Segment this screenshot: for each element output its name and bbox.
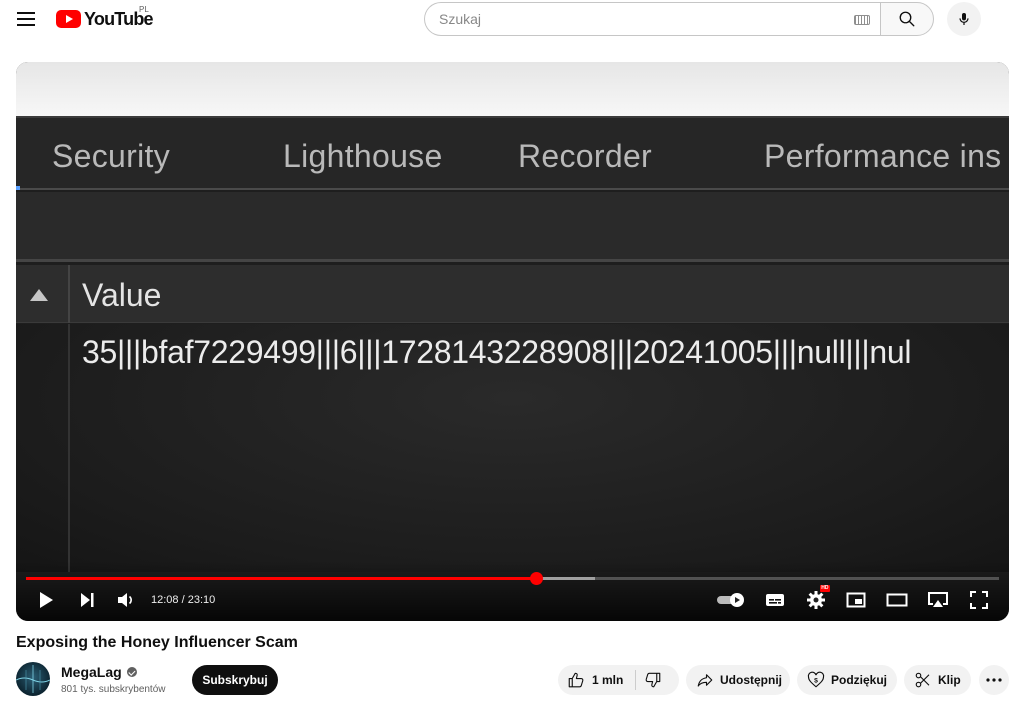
volume-button[interactable] xyxy=(115,588,137,612)
share-icon xyxy=(697,674,713,687)
country-code: PL xyxy=(139,5,149,14)
settings-button[interactable]: HD xyxy=(804,585,830,612)
search-icon xyxy=(899,11,915,27)
search-button[interactable] xyxy=(880,2,934,36)
video-frame-table-header: Value xyxy=(16,265,1009,323)
thumbs-down-icon xyxy=(645,672,661,688)
search-input[interactable] xyxy=(425,3,880,35)
duration: 23:10 xyxy=(187,594,216,606)
play-icon xyxy=(40,592,53,608)
subscribe-button[interactable]: Subskrybuj xyxy=(192,665,278,695)
heart-dollar-icon: $ xyxy=(807,671,825,688)
like-dislike-divider xyxy=(635,670,637,690)
channel-avatar[interactable] xyxy=(16,662,50,696)
next-button[interactable] xyxy=(76,588,98,612)
hd-badge: HD xyxy=(819,585,830,592)
more-actions-button[interactable] xyxy=(979,665,1009,695)
scissors-icon xyxy=(915,672,930,688)
svg-text:$: $ xyxy=(814,677,818,684)
frame-tab-indicator xyxy=(16,186,20,190)
time-display: 12:08 / 23:10 xyxy=(151,594,215,606)
search-box xyxy=(424,2,934,36)
subtitles-icon xyxy=(766,594,784,606)
fullscreen-icon xyxy=(970,591,988,609)
progress-bar[interactable] xyxy=(26,572,999,585)
theater-icon xyxy=(886,593,908,607)
thumbs-up-icon xyxy=(568,672,584,688)
search-field xyxy=(424,2,880,36)
video-frame-toolbar xyxy=(16,192,1009,262)
video-frame-browser-bar xyxy=(16,62,1009,116)
cast-icon xyxy=(928,592,948,607)
subtitles-button[interactable] xyxy=(763,588,787,612)
avatar-image xyxy=(16,665,50,693)
autoplay-toggle-icon xyxy=(717,593,744,607)
column-divider xyxy=(68,324,70,572)
cookie-value-cell: 35|||bfaf7229499|||6|||1728143228908|||2… xyxy=(82,334,912,370)
scrubber-handle[interactable] xyxy=(529,572,543,585)
video-frame-devtools-tabs: Security Lighthouse Recorder Performance… xyxy=(16,116,1009,190)
play-button[interactable] xyxy=(35,588,57,612)
frame-tab-recorder: Recorder xyxy=(518,138,653,174)
thanks-label: Podziękuj xyxy=(831,673,888,687)
video-frame-table-body: 35|||bfaf7229499|||6|||1728143228908|||2… xyxy=(16,324,1009,572)
current-time: 12:08 xyxy=(151,594,179,606)
like-button[interactable]: 1 mln xyxy=(567,671,623,689)
more-horizontal-icon xyxy=(986,678,1002,682)
video-title: Exposing the Honey Influencer Scam xyxy=(16,634,298,651)
sort-ascending-icon xyxy=(30,289,48,301)
theater-mode-button[interactable] xyxy=(885,588,909,612)
thanks-button[interactable]: $ Podziękuj xyxy=(797,665,897,695)
progress-played xyxy=(26,577,536,580)
share-label: Udostępnij xyxy=(720,673,782,687)
next-icon xyxy=(81,593,94,607)
clip-button[interactable]: Klip xyxy=(904,665,971,695)
voice-search-button[interactable] xyxy=(947,2,981,36)
fullscreen-button[interactable] xyxy=(967,588,991,612)
masthead: YouTube PL xyxy=(0,0,1024,40)
frame-tab-security: Security xyxy=(52,138,170,174)
verified-badge-icon xyxy=(126,667,137,677)
keyboard-icon[interactable] xyxy=(854,15,870,25)
like-count: 1 mln xyxy=(592,673,624,687)
clip-label: Klip xyxy=(938,673,961,687)
channel-name[interactable]: MegaLag xyxy=(61,664,137,680)
like-dislike-group: 1 mln xyxy=(558,665,679,695)
mic-icon xyxy=(959,13,969,25)
share-button[interactable]: Udostępnij xyxy=(686,665,790,695)
youtube-play-icon xyxy=(56,10,81,28)
cast-button[interactable] xyxy=(925,588,951,612)
frame-tab-performance: Performance ins xyxy=(764,138,1002,174)
time-separator: / xyxy=(178,594,188,606)
volume-icon xyxy=(118,593,132,607)
video-player[interactable]: Security Lighthouse Recorder Performance… xyxy=(16,62,1009,621)
miniplayer-icon xyxy=(846,592,866,608)
autoplay-toggle[interactable] xyxy=(715,588,747,612)
miniplayer-button[interactable] xyxy=(844,588,868,612)
value-column-header: Value xyxy=(82,277,162,313)
settings-icon xyxy=(807,591,825,609)
channel-name-text: MegaLag xyxy=(61,664,122,680)
frame-tab-lighthouse: Lighthouse xyxy=(283,138,443,174)
menu-icon[interactable] xyxy=(14,8,38,30)
column-divider xyxy=(68,265,70,323)
dislike-button[interactable] xyxy=(644,671,662,689)
subscriber-count: 801 tys. subskrybentów xyxy=(61,684,166,695)
